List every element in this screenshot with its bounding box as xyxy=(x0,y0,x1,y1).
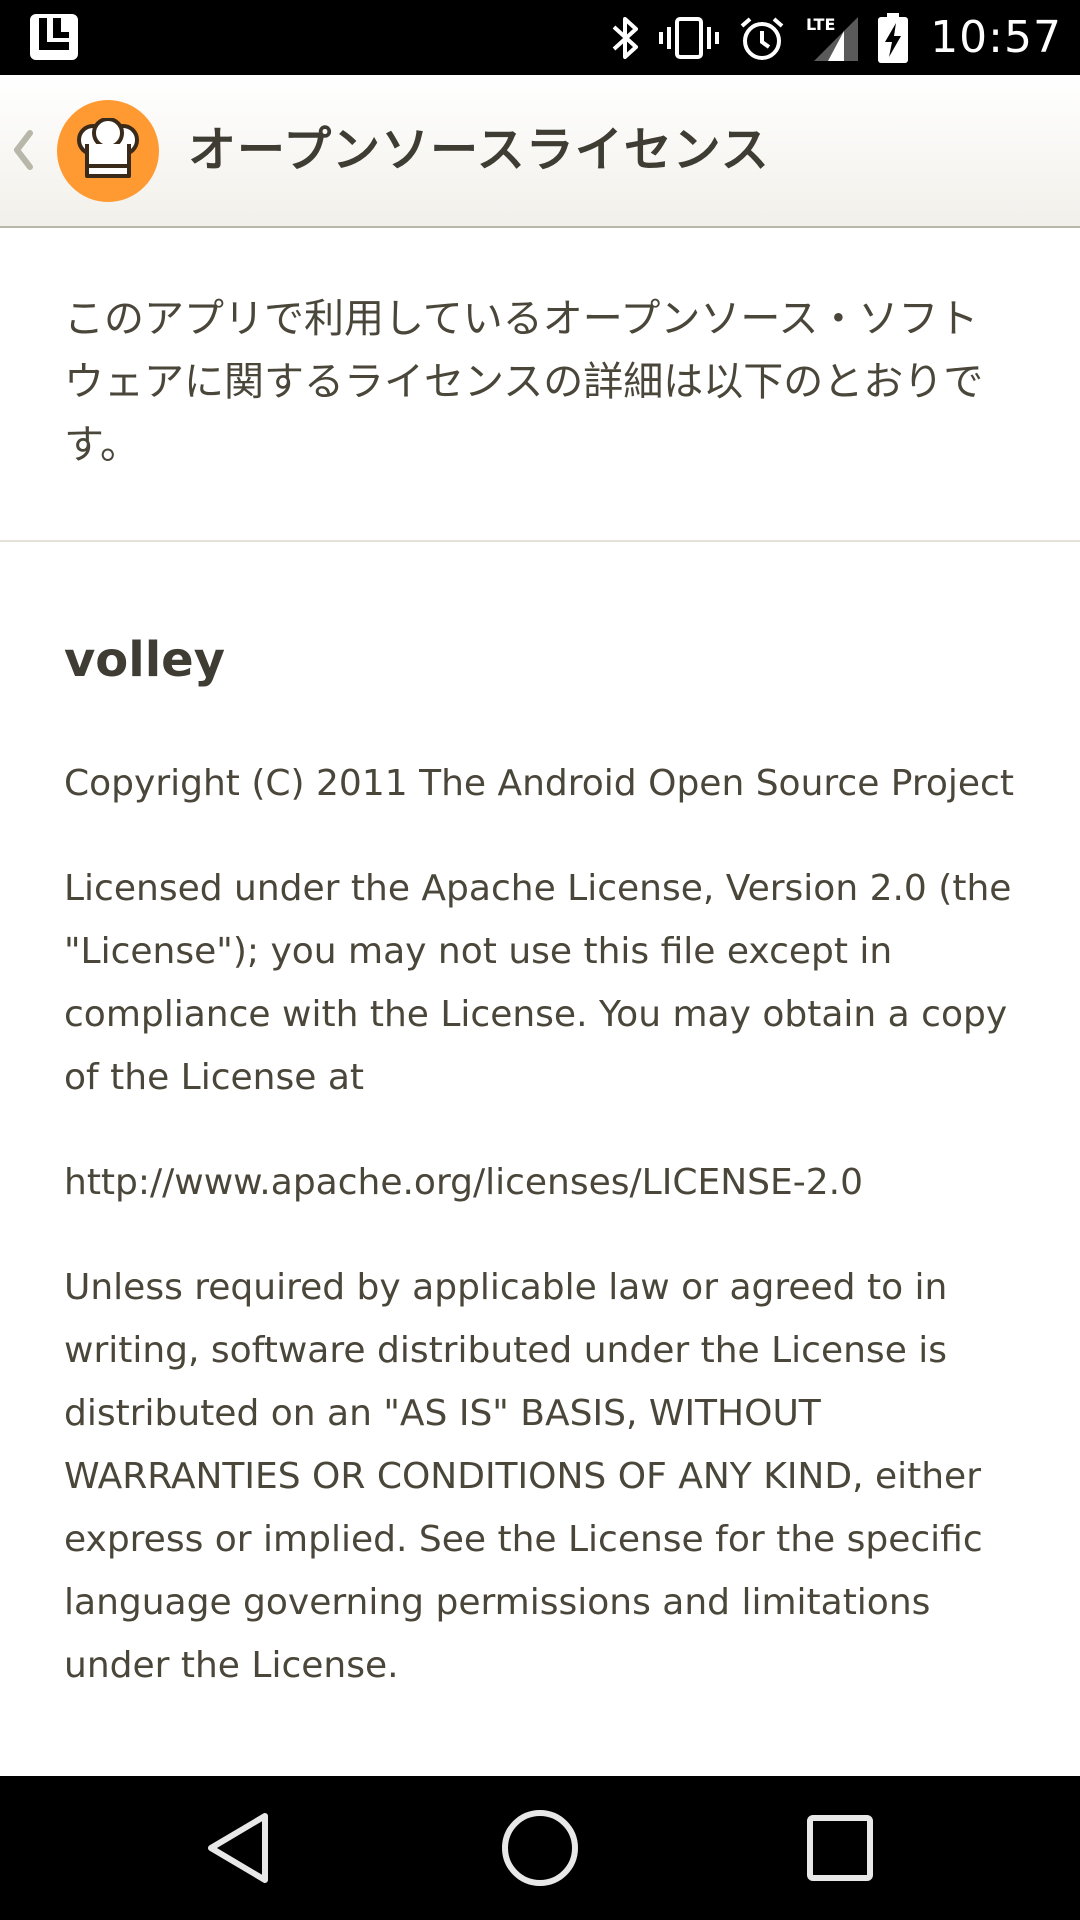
battery-charging-icon xyxy=(878,12,909,63)
back-triangle-icon xyxy=(208,1813,268,1883)
license-url: http://www.apache.org/licenses/LICENSE-2… xyxy=(64,1162,863,1203)
home-button[interactable] xyxy=(450,1776,630,1920)
navigation-bar xyxy=(0,1776,1080,1920)
bluetooth-icon xyxy=(610,15,640,61)
recents-button[interactable] xyxy=(750,1776,930,1920)
chef-hat-icon xyxy=(77,118,139,178)
license-terms-paragraph: Licensed under the Apache License, Versi… xyxy=(64,868,1012,1098)
status-icons: LTE 10:57 xyxy=(610,0,1062,75)
recents-square-icon xyxy=(807,1815,873,1881)
intro-section: このアプリで利用しているオープンソース・ソフトウェアに関するライセンスの詳細は以… xyxy=(0,228,1080,542)
vibrate-icon xyxy=(658,15,720,61)
chevron-left-icon[interactable] xyxy=(10,127,36,173)
status-time: 10:57 xyxy=(930,12,1062,63)
lte-signal-icon: LTE xyxy=(804,13,860,63)
lte-label: LTE xyxy=(806,15,835,34)
app-logo[interactable] xyxy=(57,100,159,202)
alarm-icon xyxy=(738,14,786,62)
app-bar: オープンソースライセンス xyxy=(0,75,1080,228)
back-button[interactable] xyxy=(148,1776,328,1920)
launcher-icon xyxy=(28,12,80,62)
status-bar: LTE 10:57 xyxy=(0,0,1080,75)
page-title: オープンソースライセンス xyxy=(188,122,770,178)
copyright-paragraph: Copyright (C) 2011 The Android Open Sour… xyxy=(64,763,1014,804)
intro-text: このアプリで利用しているオープンソース・ソフトウェアに関するライセンスの詳細は以… xyxy=(64,296,984,468)
home-circle-icon xyxy=(502,1810,578,1886)
license-name: volley xyxy=(64,632,226,688)
license-section: volley Copyright (C) 2011 The Android Op… xyxy=(64,620,1014,1739)
disclaimer-paragraph: Unless required by applicable law or agr… xyxy=(64,1267,983,1686)
